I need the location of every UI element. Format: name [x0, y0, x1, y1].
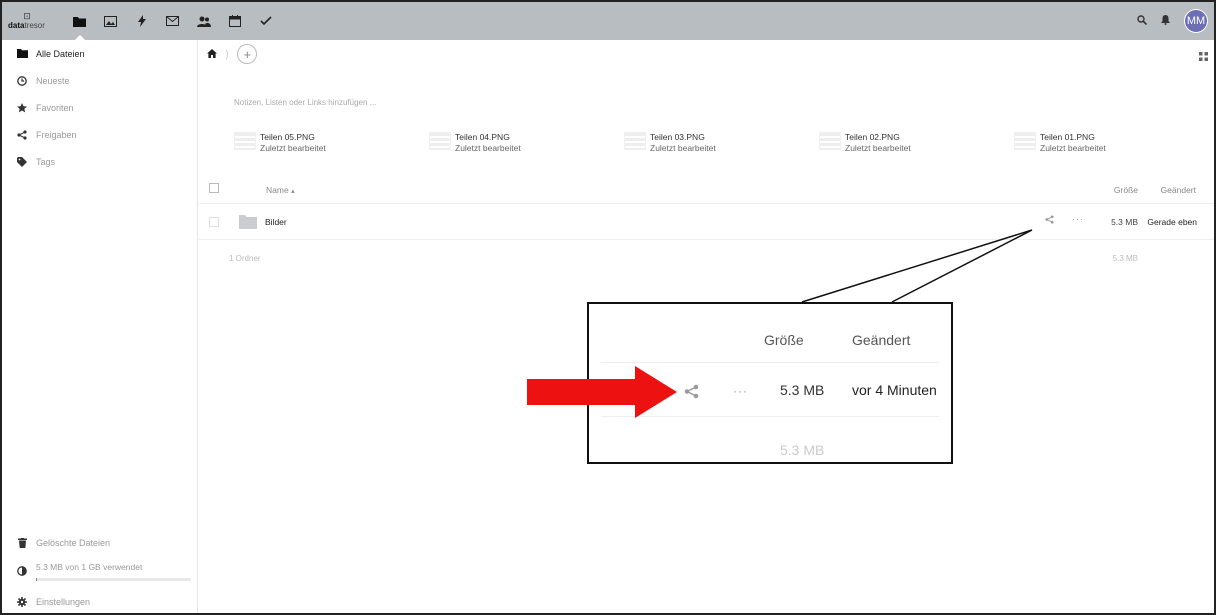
logo-mark-icon: ⊡: [23, 11, 31, 21]
file-name[interactable]: Bilder: [265, 217, 287, 227]
search-icon[interactable]: [1137, 12, 1148, 30]
recent-file-item[interactable]: Teilen 02.PNG Zuletzt bearbeitet: [819, 132, 1014, 154]
more-options-icon[interactable]: ···: [1072, 214, 1084, 224]
recent-files: Teilen 05.PNG Zuletzt bearbeitet Teilen 0…: [234, 132, 1209, 154]
recent-file-item[interactable]: Teilen 04.PNG Zuletzt bearbeitet: [429, 132, 624, 154]
chevron-right-icon: ⟩: [225, 48, 230, 61]
table-row[interactable]: Bilder ··· 5.3 MB Gerade eben: [199, 206, 1214, 240]
folder-notes-placeholder[interactable]: Notizen, Listen oder Links hinzufügen ..…: [234, 98, 376, 107]
recent-file-name: Teilen 01.PNG: [1040, 132, 1095, 142]
zoom-share-icon[interactable]: [684, 384, 699, 404]
summary-size: 5.3 MB: [1112, 254, 1138, 263]
summary-count: 1 Ordner: [229, 254, 261, 263]
screenshot-frame: ⊡ datatresor MM Alle Dateien Neueste Fav…: [0, 0, 1216, 615]
tag-icon: [16, 156, 28, 167]
file-thumbnail: [624, 132, 646, 150]
zoom-file-size: 5.3 MB: [780, 382, 825, 398]
recent-file-subtitle: Zuletzt bearbeitet: [455, 143, 521, 153]
sidebar-item-settings[interactable]: Einstellungen: [2, 588, 197, 613]
red-arrow-indicator: [527, 366, 677, 418]
sidebar-item-label: Favoriten: [36, 102, 74, 113]
star-icon: [16, 102, 28, 113]
tasks-app-icon[interactable]: [250, 2, 281, 40]
files-app-icon[interactable]: [64, 2, 95, 41]
zoom-more-options-icon[interactable]: ···: [733, 384, 748, 398]
recent-file-item[interactable]: Teilen 03.PNG Zuletzt bearbeitet: [624, 132, 819, 154]
column-header-modified[interactable]: Geändert: [1161, 185, 1196, 195]
select-all-checkbox[interactable]: [209, 183, 219, 193]
trash-icon: [16, 537, 28, 548]
sidebar-item-label: Alle Dateien: [36, 48, 85, 59]
file-modified: Gerade eben: [1147, 217, 1197, 227]
home-icon[interactable]: [207, 45, 217, 63]
clock-icon: [16, 75, 28, 86]
recent-file-subtitle: Zuletzt bearbeitet: [1040, 143, 1106, 153]
column-header-size[interactable]: Größe: [1114, 185, 1138, 195]
sort-ascending-icon: ▴: [291, 188, 295, 195]
sidebar-item-label: Tags: [36, 156, 56, 167]
folder-icon: [239, 215, 257, 229]
mail-app-icon[interactable]: [157, 2, 188, 40]
file-thumbnail: [429, 132, 451, 150]
recent-file-name: Teilen 02.PNG: [845, 132, 900, 142]
quota-progress-bar: [36, 578, 191, 581]
sidebar-item-all-files[interactable]: Alle Dateien: [2, 40, 197, 67]
recent-file-item[interactable]: Teilen 05.PNG Zuletzt bearbeitet: [234, 132, 429, 154]
sidebar-item-favorites[interactable]: Favoriten: [2, 94, 197, 121]
logo-text-bold: data: [8, 21, 25, 30]
folder-icon: [16, 49, 28, 58]
recent-file-item[interactable]: Teilen 01.PNG Zuletzt bearbeitet: [1014, 132, 1209, 154]
row-checkbox[interactable]: [209, 217, 219, 227]
calendar-app-icon[interactable]: [219, 2, 250, 40]
recent-file-name: Teilen 03.PNG: [650, 132, 705, 142]
logo-text-light: tresor: [24, 21, 45, 30]
header-actions: MM: [1137, 2, 1208, 40]
column-header-name[interactable]: Name ▴: [266, 185, 295, 195]
file-thumbnail: [819, 132, 841, 150]
user-avatar[interactable]: MM: [1184, 9, 1208, 33]
zoom-column-header-size: Größe: [764, 332, 804, 348]
recent-file-name: Teilen 04.PNG: [455, 132, 510, 142]
recent-file-subtitle: Zuletzt bearbeitet: [260, 143, 326, 153]
zoom-column-header-modified: Geändert: [852, 332, 911, 348]
file-size: 5.3 MB: [1111, 217, 1138, 227]
share-icon[interactable]: [1045, 215, 1054, 226]
photos-app-icon[interactable]: [95, 2, 126, 40]
quota-label: 5.3 MB von 1 GB verwendet: [36, 562, 143, 572]
zoom-summary-size: 5.3 MB: [780, 442, 825, 458]
app-logo[interactable]: ⊡ datatresor: [8, 2, 46, 40]
zoom-divider: [601, 362, 939, 363]
contacts-app-icon[interactable]: [188, 2, 219, 40]
sidebar-item-label: Freigaben: [36, 129, 77, 140]
recent-file-subtitle: Zuletzt bearbeitet: [845, 143, 911, 153]
sidebar-item-tags[interactable]: Tags: [2, 148, 197, 175]
sidebar-item-label: Einstellungen: [36, 596, 91, 607]
file-thumbnail: [234, 132, 256, 150]
recent-file-subtitle: Zuletzt bearbeitet: [650, 143, 716, 153]
breadcrumb: ⟩ +: [199, 40, 1214, 68]
recent-file-name: Teilen 05.PNG: [260, 132, 315, 142]
share-icon: [16, 129, 28, 140]
quota-progress-fill: [36, 578, 37, 581]
file-list-summary: 1 Ordner 5.3 MB: [199, 250, 1214, 270]
files-sidebar: Alle Dateien Neueste Favoriten Freigaben…: [2, 40, 198, 613]
sidebar-item-shares[interactable]: Freigaben: [2, 121, 197, 148]
grid-view-icon[interactable]: [1199, 48, 1208, 66]
file-list-header: Name ▴ Größe Geändert: [199, 174, 1214, 204]
activity-app-icon[interactable]: [126, 2, 157, 40]
file-thumbnail: [1014, 132, 1036, 150]
sidebar-footer: Gelöschte Dateien 5.3 MB von 1 GB verwen…: [2, 529, 197, 613]
notifications-bell-icon[interactable]: [1161, 12, 1170, 30]
app-switcher: [64, 2, 281, 41]
zoom-file-modified: vor 4 Minuten: [852, 382, 937, 398]
sidebar-item-deleted-files[interactable]: Gelöschte Dateien: [2, 529, 197, 556]
pie-chart-icon: [16, 562, 28, 576]
new-file-button[interactable]: +: [237, 44, 258, 64]
sidebar-item-label: Gelöschte Dateien: [36, 537, 111, 548]
sidebar-item-label: Neueste: [36, 75, 70, 86]
storage-quota[interactable]: 5.3 MB von 1 GB verwendet: [2, 556, 197, 588]
sidebar-item-recent[interactable]: Neueste: [2, 67, 197, 94]
top-header: ⊡ datatresor MM: [2, 2, 1214, 41]
gear-icon: [16, 596, 28, 607]
